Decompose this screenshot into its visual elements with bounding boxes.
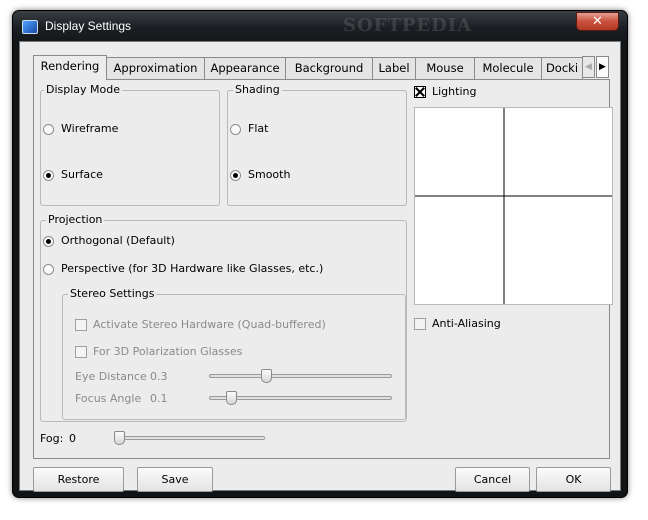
tab-rendering[interactable]: Rendering [33,55,107,80]
cancel-button[interactable]: Cancel [455,467,530,492]
activate-stereo-label: Activate Stereo Hardware (Quad-buffered) [93,318,326,331]
projection-label: Projection [46,213,105,226]
window-title: Display Settings [45,19,132,33]
watermark: SOFTPEDIA [343,15,473,36]
lighting-label[interactable]: Lighting [432,85,476,98]
tab-molecule[interactable]: Molecule [474,57,542,79]
display-settings-window: Display Settings SOFTPEDIA ✕ Rendering A… [12,10,628,498]
polarization-checkbox[interactable] [75,346,87,358]
fog-slider-thumb[interactable] [114,431,125,445]
polarization-label: For 3D Polarization Glasses [93,345,243,358]
tab-approximation[interactable]: Approximation [106,57,205,79]
flat-label[interactable]: Flat [248,122,268,135]
flat-radio[interactable] [230,124,241,135]
orthogonal-radio[interactable] [43,236,54,247]
eye-distance-label: Eye Distance [75,370,147,383]
fog-value: 0 [69,432,76,445]
wireframe-radio[interactable] [43,124,54,135]
fog-slider[interactable] [114,436,265,440]
display-mode-label: Display Mode [44,83,123,96]
ok-button[interactable]: OK [536,467,611,492]
eye-distance-slider[interactable] [209,374,392,378]
anti-aliasing-label[interactable]: Anti-Aliasing [432,317,501,330]
shading-group [227,90,407,206]
orthogonal-label[interactable]: Orthogonal (Default) [61,234,175,247]
light-crosshair [415,108,612,304]
title-bar[interactable]: Display Settings SOFTPEDIA ✕ [13,11,627,41]
smooth-radio[interactable] [230,170,241,181]
perspective-radio[interactable] [43,264,54,275]
dialog-body: Rendering Approximation Appearance Backg… [19,41,621,497]
tab-mouse[interactable]: Mouse [415,57,475,79]
shading-label: Shading [233,83,282,96]
tab-appearance[interactable]: Appearance [204,57,286,79]
wireframe-label[interactable]: Wireframe [61,122,118,135]
focus-angle-slider-thumb[interactable] [226,391,238,405]
close-button[interactable]: ✕ [576,12,619,31]
eye-distance-slider-thumb[interactable] [260,369,272,383]
tab-docking[interactable]: Docki [541,57,583,79]
focus-angle-label: Focus Angle [75,392,142,405]
perspective-label[interactable]: Perspective (for 3D Hardware like Glasse… [61,262,323,275]
light-direction-canvas[interactable] [414,107,613,305]
surface-radio[interactable] [43,170,54,181]
app-icon [22,20,38,34]
stereo-settings-label: Stereo Settings [68,287,157,300]
tab-label[interactable]: Label [372,57,416,79]
save-button[interactable]: Save [137,467,213,492]
eye-distance-value: 0.3 [150,370,168,383]
tab-scroll-left-button[interactable]: ◀ [582,56,595,78]
surface-label[interactable]: Surface [61,168,103,181]
display-mode-group [40,90,220,206]
anti-aliasing-checkbox[interactable] [414,318,426,330]
smooth-label[interactable]: Smooth [248,168,290,181]
lighting-checkbox[interactable] [414,86,426,98]
tab-scroll-right-button[interactable]: ▶ [596,56,609,78]
focus-angle-value: 0.1 [150,392,168,405]
tab-background[interactable]: Background [285,57,373,79]
restore-defaults-button[interactable]: Restore Defaults [33,467,124,497]
activate-stereo-checkbox[interactable] [75,319,87,331]
rendering-panel: Display Mode Wireframe Surface Shading F… [33,79,613,459]
fog-label: Fog: [40,432,64,445]
